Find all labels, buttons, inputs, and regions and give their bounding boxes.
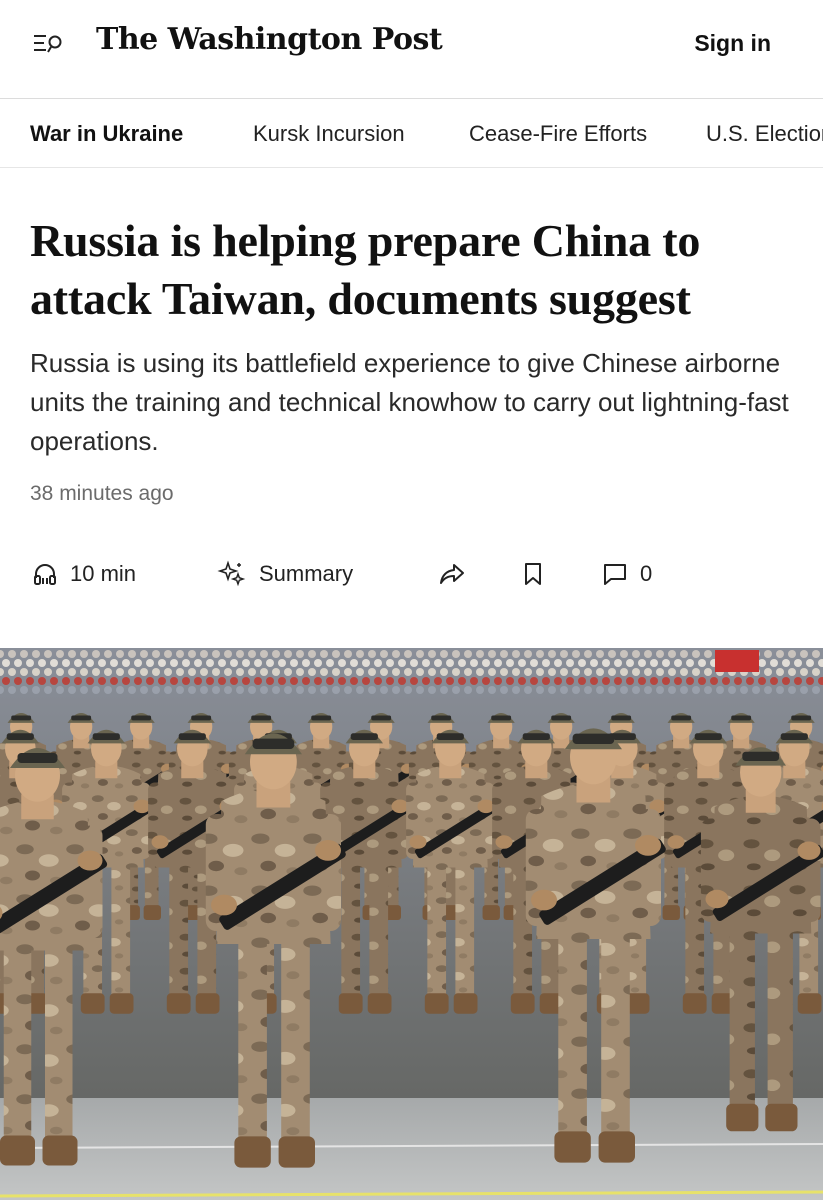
site-header: The Washington Post Sign in: [0, 0, 823, 99]
summary-button[interactable]: Summary: [217, 552, 353, 596]
sign-in-link[interactable]: Sign in: [694, 30, 771, 57]
comments-count: 0: [640, 561, 653, 586]
masthead-logo[interactable]: The Washington Post: [96, 22, 443, 57]
lead-photo: [0, 648, 823, 1200]
nav-item-kursk-incursion[interactable]: Kursk Incursion: [253, 121, 405, 147]
share-button[interactable]: [438, 552, 466, 596]
listen-duration: 10 min: [70, 561, 137, 586]
comment-icon: [602, 561, 628, 587]
share-icon: [438, 561, 466, 587]
article-headline: Russia is helping prepare China to attac…: [30, 215, 701, 324]
section-nav: War in Ukraine Kursk Incursion Cease-Fir…: [0, 100, 823, 168]
summary-label: Summary: [259, 561, 354, 586]
article-timestamp: 38 minutes ago: [30, 482, 174, 505]
sparkle-icon: [217, 559, 247, 589]
comments-button[interactable]: 0: [602, 552, 652, 596]
bookmark-icon: [522, 561, 544, 587]
headphones-icon: [32, 561, 58, 587]
nav-item-cease-fire-efforts[interactable]: Cease-Fire Efforts: [469, 121, 647, 147]
save-button[interactable]: [522, 552, 544, 596]
nav-item-war-in-ukraine[interactable]: War in Ukraine: [30, 121, 183, 147]
listen-button[interactable]: 10 min: [32, 552, 136, 596]
nav-item-us-election[interactable]: U.S. Election: [706, 121, 823, 147]
article-dek: Russia is using its battlefield experien…: [30, 348, 789, 456]
menu-search-icon[interactable]: [30, 30, 68, 60]
article-tools: 10 min Summary 0: [0, 552, 823, 596]
